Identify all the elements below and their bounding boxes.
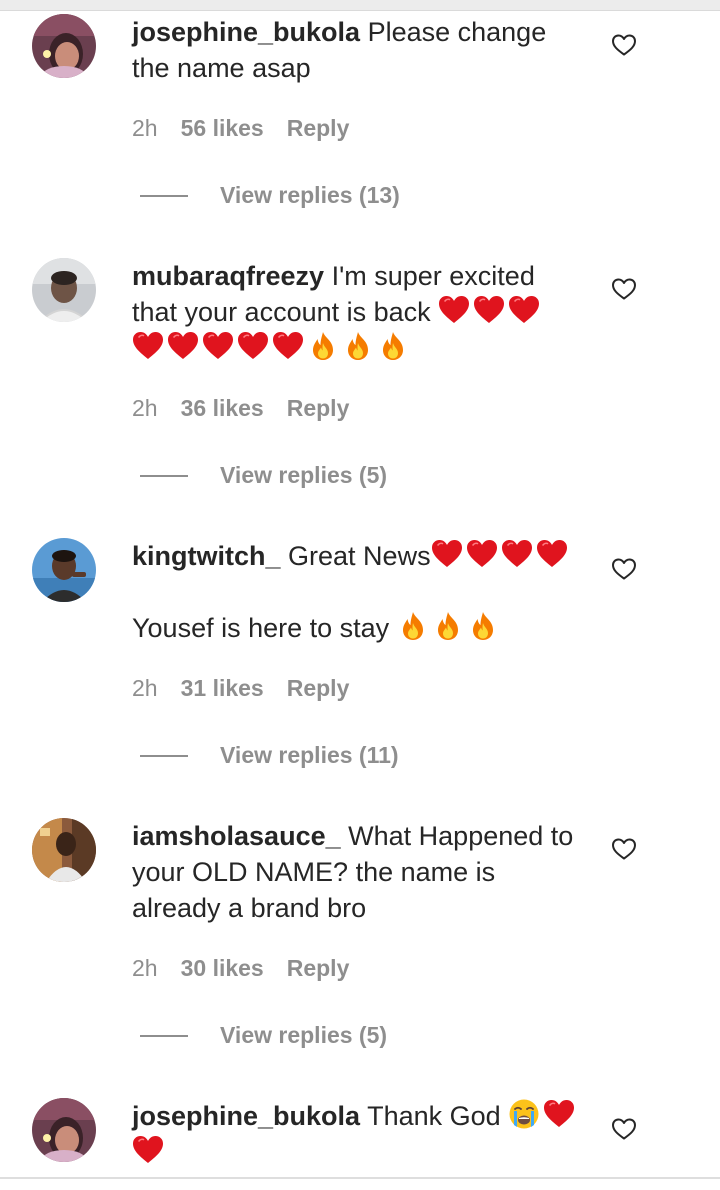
comment-text: Great News bbox=[288, 541, 431, 571]
reply-button[interactable]: Reply bbox=[287, 393, 350, 423]
like-heart-icon[interactable] bbox=[611, 32, 637, 58]
red-heart-emoji bbox=[473, 294, 505, 326]
comment-meta: 2h 30 likes Reply bbox=[132, 953, 349, 983]
comment-meta: 2h 56 likes Reply bbox=[132, 113, 349, 143]
red-heart-emoji bbox=[431, 538, 463, 570]
top-divider bbox=[0, 0, 720, 11]
comment-time: 2h bbox=[132, 955, 158, 981]
avatar[interactable] bbox=[32, 258, 96, 322]
comment-time: 2h bbox=[132, 395, 158, 421]
comment-username[interactable]: iamsholasauce_ bbox=[132, 821, 341, 851]
avatar[interactable] bbox=[32, 818, 96, 882]
red-heart-emoji bbox=[132, 330, 164, 362]
comment-meta: 2h 31 likes Reply bbox=[132, 673, 349, 703]
red-heart-emoji bbox=[167, 330, 199, 362]
red-heart-emoji bbox=[536, 538, 568, 570]
comment-username[interactable]: kingtwitch_ bbox=[132, 541, 281, 571]
comment-body: josephine_bukola Thank God bbox=[132, 1098, 582, 1170]
red-heart-emoji bbox=[272, 330, 304, 362]
reply-button[interactable]: Reply bbox=[287, 953, 350, 983]
replies-divider bbox=[140, 1035, 188, 1037]
replies-divider bbox=[140, 475, 188, 477]
replies-divider bbox=[140, 755, 188, 757]
comment-username[interactable]: josephine_bukola bbox=[132, 17, 360, 47]
bottom-divider bbox=[0, 1177, 720, 1179]
comment-username[interactable]: josephine_bukola bbox=[132, 1101, 360, 1131]
reply-button[interactable]: Reply bbox=[287, 113, 350, 143]
comment-item: kingtwitch_ Great News Yousef is here to … bbox=[0, 538, 720, 818]
fire-emoji bbox=[377, 330, 409, 362]
comment-item: mubaraqfreezy I'm super excited that you… bbox=[0, 258, 720, 538]
reply-button[interactable]: Reply bbox=[287, 673, 350, 703]
fire-emoji bbox=[397, 610, 429, 642]
like-heart-icon[interactable] bbox=[611, 556, 637, 582]
comment-item: josephine_bukola Thank God bbox=[0, 1098, 720, 1176]
replies-divider bbox=[140, 195, 188, 197]
comment-item: josephine_bukola Please change the name … bbox=[0, 14, 720, 294]
fire-emoji bbox=[307, 330, 339, 362]
red-heart-emoji bbox=[508, 294, 540, 326]
view-replies-button[interactable]: View replies (13) bbox=[220, 180, 400, 210]
fire-emoji bbox=[432, 610, 464, 642]
comment-text-line2: Yousef is here to stay bbox=[132, 613, 390, 643]
comment-likes[interactable]: 30 likes bbox=[181, 953, 264, 983]
view-replies-button[interactable]: View replies (5) bbox=[220, 1020, 387, 1050]
fire-emoji bbox=[467, 610, 499, 642]
avatar[interactable] bbox=[32, 14, 96, 78]
red-heart-emoji bbox=[543, 1098, 575, 1130]
red-heart-emoji bbox=[202, 330, 234, 362]
loudly-crying-face-emoji bbox=[508, 1098, 540, 1130]
red-heart-emoji bbox=[438, 294, 470, 326]
red-heart-emoji bbox=[132, 1134, 164, 1166]
comment-meta: 2h 36 likes Reply bbox=[132, 393, 349, 423]
comment-item: iamsholasauce_ What Happened to your OLD… bbox=[0, 818, 720, 1098]
fire-emoji bbox=[342, 330, 374, 362]
avatar[interactable] bbox=[32, 1098, 96, 1162]
comment-body: iamsholasauce_ What Happened to your OLD… bbox=[132, 818, 582, 926]
comment-time: 2h bbox=[132, 115, 158, 141]
comment-body: kingtwitch_ Great News Yousef is here to … bbox=[132, 538, 582, 646]
comment-username[interactable]: mubaraqfreezy bbox=[132, 261, 324, 291]
view-replies-button[interactable]: View replies (11) bbox=[220, 740, 399, 770]
view-replies-button[interactable]: View replies (5) bbox=[220, 460, 387, 490]
like-heart-icon[interactable] bbox=[611, 276, 637, 302]
like-heart-icon[interactable] bbox=[611, 836, 637, 862]
like-heart-icon[interactable] bbox=[611, 1116, 637, 1142]
comment-time: 2h bbox=[132, 675, 158, 701]
avatar[interactable] bbox=[32, 538, 96, 602]
comment-likes[interactable]: 36 likes bbox=[181, 393, 264, 423]
red-heart-emoji bbox=[466, 538, 498, 570]
red-heart-emoji bbox=[501, 538, 533, 570]
comment-body: josephine_bukola Please change the name … bbox=[132, 14, 582, 86]
comment-likes[interactable]: 31 likes bbox=[181, 673, 264, 703]
comment-body: mubaraqfreezy I'm super excited that you… bbox=[132, 258, 582, 366]
red-heart-emoji bbox=[237, 330, 269, 362]
comment-text: Thank God bbox=[367, 1101, 501, 1131]
comment-likes[interactable]: 56 likes bbox=[181, 113, 264, 143]
